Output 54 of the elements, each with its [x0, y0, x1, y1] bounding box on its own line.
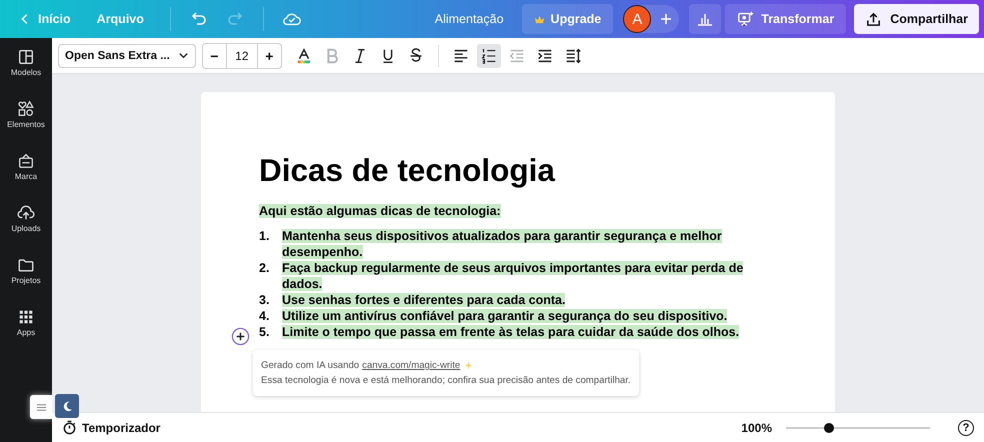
- sidebar-item[interactable]: Projetos: [11, 256, 41, 308]
- analytics-button[interactable]: [689, 4, 722, 34]
- upload-icon: [16, 204, 35, 222]
- list-number: 1.: [259, 228, 270, 245]
- decrease-button[interactable]: −: [202, 44, 226, 68]
- sparkle-icon: [464, 361, 474, 370]
- list-number: 4.: [259, 308, 270, 324]
- shapes-icon: [16, 100, 35, 118]
- avatar[interactable]: A: [623, 5, 652, 33]
- magic-write-link[interactable]: canva.com/magic-write: [362, 358, 460, 373]
- sidebar-item[interactable]: Marca: [14, 152, 38, 204]
- help-button[interactable]: ?: [958, 420, 974, 436]
- layout-icon: [17, 48, 35, 66]
- notice-text: Essa tecnologia é nova e está melhorando; confira sua precisão antes de compartilhar.: [261, 374, 631, 388]
- zoom-percentage[interactable]: 100%: [741, 420, 772, 434]
- intro-text: Aqui estão algumas dicas de tecnologia:: [259, 204, 502, 218]
- numbered-button[interactable]: [476, 44, 501, 68]
- night-mode-button[interactable]: [55, 394, 79, 418]
- apps-icon: [16, 308, 35, 326]
- sidebar-item[interactable]: Modelos: [10, 48, 42, 100]
- line-spacing-icon: [564, 46, 582, 64]
- chevron-down-icon: [178, 50, 189, 61]
- numbered-list-icon: [480, 46, 498, 64]
- share-icon: [865, 10, 882, 28]
- add-circle-icon[interactable]: [231, 327, 250, 346]
- menu-button[interactable]: [30, 395, 52, 419]
- add-icon[interactable]: [659, 12, 674, 26]
- sidebar-item[interactable]: Apps: [16, 308, 36, 360]
- list-number: 3.: [259, 292, 270, 308]
- menu-icon: [36, 402, 46, 412]
- stopwatch-icon: [62, 420, 77, 435]
- crown-icon: [534, 14, 545, 24]
- list-item-text: Faça backup regularmente de seus arquivos importantes para evitar perda de dados.: [282, 260, 744, 292]
- slider-thumb[interactable]: [824, 422, 834, 432]
- sidebar-item[interactable]: Uploads: [11, 204, 41, 256]
- transform-button[interactable]: Transformar: [725, 4, 846, 34]
- upgrade-button[interactable]: Upgrade: [522, 4, 614, 34]
- share-button[interactable]: Compartilhar: [854, 4, 979, 34]
- sidebar-item[interactable]: Elementos: [7, 100, 45, 152]
- list-item-text: Limite o tempo que passa em frente às telas para cuidar da saúde dos olhos.: [282, 324, 740, 340]
- list-item-text: Mantenha seus dispositivos atualizados para garantir segurança e melhor desempenho.: [282, 228, 723, 260]
- design-title[interactable]: Alimentação: [434, 12, 504, 26]
- list-item-text: Utilize um antivírus confiável para garantir a segurança do seu dispositivo.: [282, 308, 728, 324]
- timer-button[interactable]: Temporizador: [62, 420, 160, 435]
- notice-text: Gerado com IA usando: [261, 359, 360, 373]
- document-title: Dicas de tecnologia: [259, 151, 556, 190]
- font-dropdown[interactable]: Open Sans Extra ...: [58, 44, 196, 68]
- text-color-icon: [294, 46, 313, 64]
- increase-button[interactable]: +: [258, 44, 281, 68]
- font-size-stepper[interactable]: − 12 +: [202, 42, 282, 68]
- list-number: 2.: [259, 260, 270, 277]
- font-size-input[interactable]: 12: [226, 44, 258, 68]
- list-number: 5.: [259, 324, 270, 340]
- list-item-text: Use senhas fortes e diferentes para cada conta.: [282, 292, 566, 308]
